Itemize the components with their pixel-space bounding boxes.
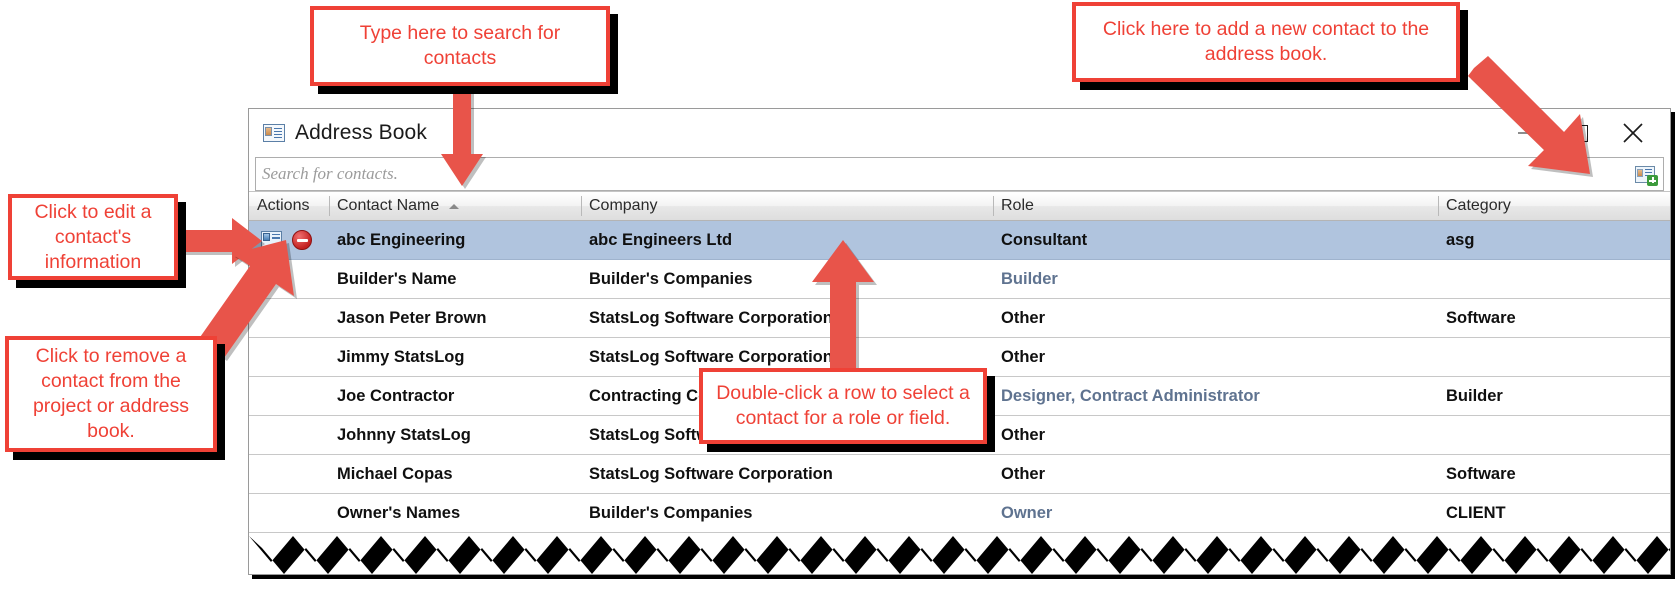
cell-category: Software [1446, 464, 1516, 483]
cell-contact-name: Owner's Names [337, 503, 461, 522]
remove-callout-text: Click to remove a contact from the proje… [32, 345, 190, 442]
add-contact-callout-text: Click here to add a new contact to the a… [1102, 18, 1430, 65]
torn-edge [249, 536, 1670, 574]
column-header-actions[interactable]: Actions [249, 192, 329, 220]
search-callout: Type here to search for contacts [310, 6, 610, 86]
double-click-callout-text: Double-click a row to select a contact f… [716, 382, 970, 429]
cell-role: Designer, Contract Administrator [1001, 386, 1260, 405]
add-contact-callout: Click here to add a new contact to the a… [1072, 2, 1460, 82]
edit-callout-text: Click to edit a contact's information [34, 200, 152, 273]
cell-role: Builder [1001, 269, 1058, 288]
cell-company: Builder's Companies [589, 269, 753, 288]
cell-category: CLIENT [1446, 503, 1506, 522]
add-contact-button[interactable] [1630, 159, 1660, 189]
cell-contact-name: Johnny StatsLog [337, 425, 471, 444]
cell-company: StatsLog Software Corporation [589, 347, 833, 366]
column-header-label: Contact Name [337, 197, 440, 214]
cell-role: Other [1001, 347, 1046, 366]
cell-company: abc Engineers Ltd [589, 230, 733, 249]
cell-role: Other [1001, 464, 1046, 483]
cell-company: StatsLog Software Corporation [589, 464, 833, 483]
column-header-category[interactable]: Category [1438, 192, 1670, 220]
cell-contact-name: Michael Copas [337, 464, 453, 483]
cell-contact-name: Builder's Name [337, 269, 457, 288]
edit-callout: Click to edit a contact's information [8, 194, 178, 280]
cell-role: Other [1001, 308, 1046, 327]
table-row[interactable]: Michael Copas StatsLog Software Corporati… [249, 455, 1670, 494]
add-contact-icon [1635, 165, 1658, 186]
cell-category: Builder [1446, 386, 1503, 405]
column-header-contact-name[interactable]: Contact Name [329, 192, 581, 220]
column-header-label: Role [1001, 197, 1034, 214]
table-row[interactable]: Jason Peter Brown StatsLog Software Corpo… [249, 299, 1670, 338]
cell-contact-name: Jason Peter Brown [337, 308, 487, 327]
cell-role: Owner [1001, 503, 1053, 522]
table-row[interactable]: Builder's Name Builder's Companies Builder [249, 260, 1670, 299]
close-icon[interactable] [1606, 109, 1660, 157]
cell-company: Builder's Companies [589, 503, 753, 522]
address-card-icon [263, 124, 285, 142]
cell-contact-name: Joe Contractor [337, 386, 455, 405]
arrow-to-row [812, 240, 874, 380]
cell-contact-name: abc Engineering [337, 230, 466, 249]
cell-company: StatsLog Software Corporation [589, 308, 833, 327]
cell-role: Consultant [1001, 230, 1088, 249]
cell-contact-name: Jimmy StatsLog [337, 347, 465, 366]
sort-ascending-icon [449, 203, 460, 209]
grid-header-row: Actions Contact Name Company Role Category [249, 191, 1670, 221]
table-row[interactable]: Owner's Names Builder's Companies Owner CLI… [249, 494, 1670, 533]
cell-category: asg [1446, 230, 1475, 249]
column-header-label: Actions [257, 197, 310, 214]
column-header-label: Company [589, 197, 658, 214]
double-click-callout: Double-click a row to select a contact f… [699, 368, 987, 444]
screenshot-stage: Address Book Search for contacts. Action… [0, 0, 1679, 608]
column-header-company[interactable]: Company [581, 192, 993, 220]
cell-category: Software [1446, 308, 1516, 327]
search-callout-text: Type here to search for contacts [359, 22, 561, 69]
table-row[interactable]: abc Engineering abc Engineers Ltd Consulta… [249, 221, 1670, 260]
remove-callout: Click to remove a contact from the proje… [5, 336, 217, 452]
column-header-role[interactable]: Role [993, 192, 1438, 220]
column-header-label: Category [1446, 197, 1511, 214]
cell-role: Other [1001, 425, 1046, 444]
arrow-to-add-contact [1468, 56, 1598, 182]
contacts-grid: Actions Contact Name Company Role Category a… [249, 191, 1670, 533]
window-title: Address Book [295, 121, 427, 144]
